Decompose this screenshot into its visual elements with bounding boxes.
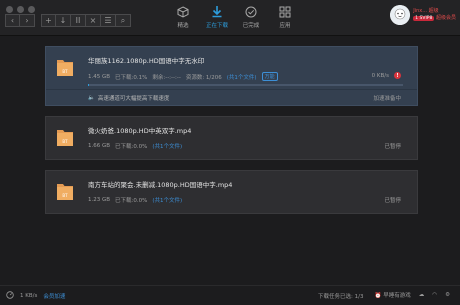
download-title: 微火奶爸.1080p.HD中英双字.mp4	[88, 127, 192, 135]
window-controls	[6, 6, 35, 13]
tab-featured[interactable]: 精选	[170, 4, 196, 29]
folder-icon: BT	[57, 130, 73, 146]
member-accel-link[interactable]: 会员加速	[43, 292, 65, 300]
minimize-window-button[interactable]	[17, 6, 24, 13]
tab-downloading[interactable]: 正在下载	[204, 4, 230, 29]
status-right: ⏰ 早睡有游戏 ☁ ◠ ⚙	[375, 291, 450, 299]
alarm-icon: ⏰	[374, 293, 382, 299]
progress-bar	[88, 84, 403, 86]
file-count-link[interactable]: (共1个文件)	[152, 196, 182, 204]
folder-icon: BT	[57, 60, 73, 76]
username: Jinx...	[413, 8, 428, 14]
total-speed: 1 KB/s	[20, 293, 38, 299]
wifi-icon[interactable]: ◠	[432, 292, 437, 298]
download-item[interactable]: BT 南方车站的聚会.未删减.1080p.HD国语中字.mp4 1.23 GB …	[45, 170, 418, 214]
pause-button[interactable]: II	[71, 14, 86, 27]
status-left: 1 KB/s 会员加速	[6, 291, 65, 301]
main-tabs: 精选 正在下载 已完成 应用	[170, 4, 298, 29]
list-icon: ☰	[104, 15, 112, 25]
avatar[interactable]	[390, 5, 411, 25]
member-label: 超级会员	[435, 15, 456, 21]
accel-status: 加速准备中	[373, 96, 401, 102]
close-icon: ×	[89, 15, 97, 25]
delete-button[interactable]: ×	[86, 14, 101, 27]
tab-apps[interactable]: 应用	[272, 4, 298, 29]
arrow-down-icon: ↓	[59, 15, 67, 25]
add-task-button[interactable]: +	[41, 14, 56, 27]
user-badge: 超级	[428, 8, 439, 14]
search-icon: ⌕	[120, 15, 126, 25]
close-window-button[interactable]	[6, 6, 13, 13]
cube-icon	[176, 4, 191, 19]
download-status: 已暂停	[384, 198, 401, 204]
alert-icon[interactable]: !	[394, 72, 401, 79]
download-title: 华丽族1162.1080p.HD国语中字无水印	[88, 57, 205, 65]
download-status: 已暂停	[384, 144, 401, 150]
user-profile[interactable]: Jinx... 超级 1 SVIP8 超级会员	[390, 5, 456, 25]
settings-icon[interactable]: ⚙	[445, 292, 450, 298]
start-button[interactable]: ↓	[56, 14, 71, 27]
check-circle-icon	[244, 4, 259, 19]
accel-tip[interactable]: 🔈 高速通道可大幅提高下载速度	[88, 94, 169, 102]
download-meta: 1.45 GB 已下载:0.1% 剩余:--:--:-- 资源数: 1/206 …	[88, 72, 278, 81]
apps-grid-icon	[278, 4, 293, 19]
speaker-icon: 🔈	[88, 95, 95, 101]
download-icon	[210, 4, 225, 19]
accel-row: 🔈 高速通道可大幅提高下载速度 加速准备中	[46, 89, 417, 105]
search-button[interactable]: ⌕	[116, 14, 131, 27]
download-speed-area: 0 KB/s !	[372, 72, 401, 79]
pause-icon: II	[75, 15, 81, 25]
download-item[interactable]: BT 华丽族1162.1080p.HD国语中字无水印 1.45 GB 已下载:0…	[45, 46, 418, 106]
tab-completed[interactable]: 已完成	[238, 4, 264, 29]
history-nav: ‹ ›	[5, 14, 35, 27]
svg-text:BT: BT	[62, 139, 68, 144]
svg-text:BT: BT	[62, 193, 68, 198]
maximize-window-button[interactable]	[28, 6, 35, 13]
download-meta: 1.23 GB 已下载:0.0% (共1个文件)	[88, 196, 183, 204]
chevron-right-icon: ›	[25, 15, 29, 25]
download-speed: 0 KB/s	[371, 72, 389, 79]
file-count-link[interactable]: (共1个文件)	[227, 73, 257, 81]
plus-icon: +	[45, 15, 52, 25]
user-info: Jinx... 超级 1 SVIP8 超级会员	[413, 8, 456, 22]
top-toolbar: ‹ › + ↓ II × ☰ ⌕ 精选 正在下载 已完成 应用 Jinx... …	[0, 0, 460, 36]
download-list: BT 华丽族1162.1080p.HD国语中字无水印 1.45 GB 已下载:0…	[45, 46, 418, 224]
task-actions: + ↓ II × ☰ ⌕	[41, 14, 131, 27]
vip-badge: 1 SVIP8	[413, 16, 435, 21]
status-bar: 1 KB/s 会员加速 下载任务已选: 1/3 ⏰ 早睡有游戏 ☁ ◠ ⚙	[0, 285, 460, 305]
progress-fill	[88, 84, 89, 86]
file-count-link[interactable]: (共1个文件)	[152, 142, 182, 150]
svg-text:BT: BT	[62, 69, 68, 74]
download-title: 南方车站的聚会.未删减.1080p.HD国语中字.mp4	[88, 181, 233, 189]
forward-button[interactable]: ›	[20, 14, 35, 27]
back-button[interactable]: ‹	[5, 14, 20, 27]
chevron-left-icon: ‹	[10, 15, 15, 25]
cloud-icon[interactable]: ☁	[419, 292, 425, 298]
list-button[interactable]: ☰	[101, 14, 116, 27]
resource-tag: 万能	[261, 72, 278, 81]
speed-icon	[6, 291, 14, 301]
download-meta: 1.66 GB 已下载:0.0% (共1个文件)	[88, 142, 183, 150]
folder-icon: BT	[57, 184, 73, 200]
download-item[interactable]: BT 微火奶爸.1080p.HD中英双字.mp4 1.66 GB 已下载:0.0…	[45, 116, 418, 160]
shutdown-option[interactable]: ⏰ 早睡有游戏	[375, 291, 411, 299]
task-count: 下载任务已选: 1/3	[318, 294, 364, 300]
